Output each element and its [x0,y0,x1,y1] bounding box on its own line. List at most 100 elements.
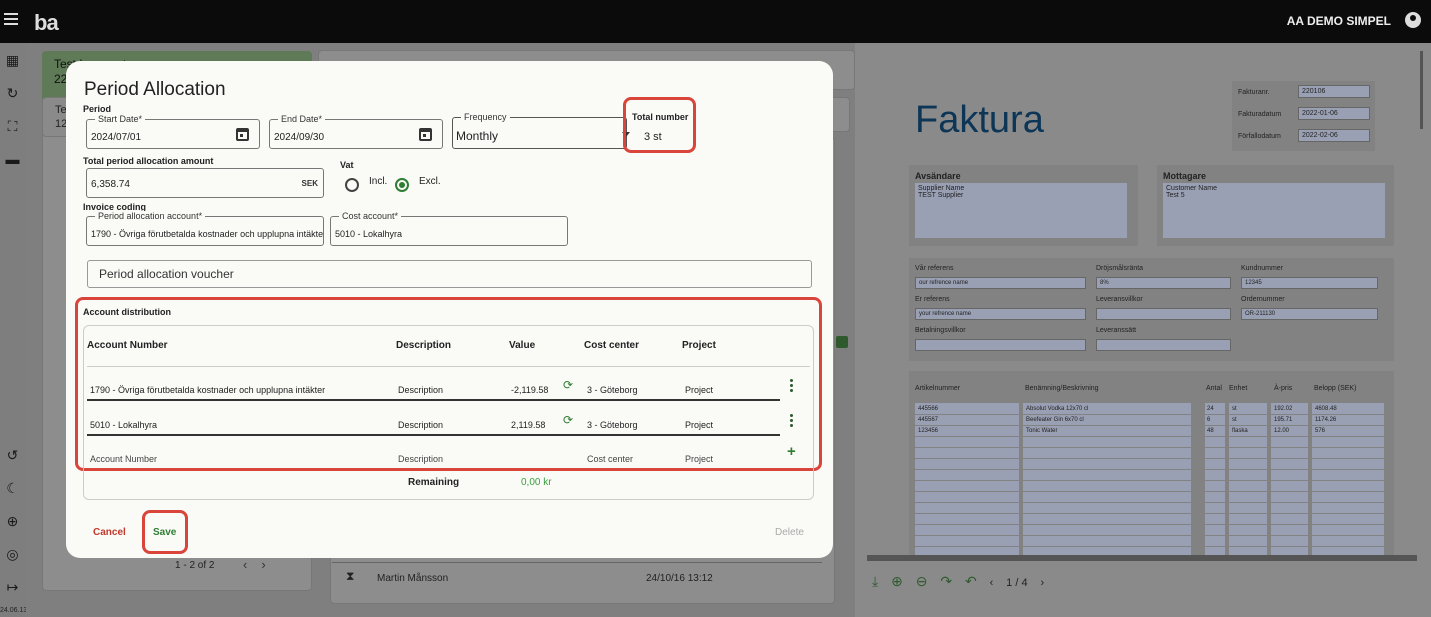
row1-value[interactable]: -2,119.58 [511,385,548,395]
vat-excl-radio[interactable] [395,178,409,192]
save-button[interactable]: Save [153,527,176,538]
allocation-account-field[interactable]: Period allocation account* 1790 - Övriga… [86,211,324,246]
image-icon[interactable] [836,336,848,348]
support-icon[interactable]: ◎ [5,547,20,562]
sender-line: Supplier Name [918,185,965,192]
row1-description[interactable]: Description [398,385,443,395]
company-name[interactable]: AA DEMO SIMPEL [1287,14,1391,28]
line-cell: Tonic Water [1026,428,1058,434]
row1-account[interactable]: 1790 - Övriga förutbetalda kostnader och… [90,385,325,395]
row1-cost-center[interactable]: 3 - Göteborg [587,385,638,395]
preview-scrollbar[interactable] [1420,51,1423,129]
ref-label: Ordernummer [1241,296,1285,303]
line-cell: 195.71 [1274,417,1293,423]
language-icon[interactable]: ⊕ [5,514,20,529]
new-row-project[interactable]: Project [685,454,713,464]
col-cost-center: Cost center [584,340,640,351]
row2-account[interactable]: 5010 - Lokalhyra [90,420,157,430]
lines-header: Enhet [1229,385,1248,392]
sender-title: Avsändare [915,171,961,181]
menu-icon[interactable] [4,13,18,25]
amount-field[interactable]: 6,358.74 SEK [86,168,324,198]
frequency-select[interactable]: Frequency Monthly [452,112,630,149]
calendar-icon[interactable] [236,128,249,141]
invoice-preview: Faktura Fakturanr. 220106 Fakturadatum 2… [867,51,1415,556]
end-date-label: End Date* [278,114,326,124]
sync-money-icon[interactable]: ↻ [5,86,20,101]
calendar-icon[interactable] [419,128,432,141]
voucher-label: Period allocation voucher [99,267,234,281]
new-row-description[interactable]: Description [398,454,443,464]
allocation-voucher-field[interactable]: Period allocation voucher [87,260,812,288]
cancel-button[interactable]: Cancel [93,527,126,538]
row2-project[interactable]: Project [685,420,713,430]
add-row-icon[interactable]: + [787,443,796,460]
lines-divider [915,436,1385,437]
ref-label: Dröjsmålsränta [1096,265,1144,272]
version-label: 24.06.13 [0,607,28,614]
lines-divider [915,469,1385,470]
amount-value: 6,358.74 [91,179,130,190]
left-rail: ▦ ↻ ⛶ ▬ ↺ ☾ ⊕ ◎ ↦ 24.06.13 [0,43,28,617]
prev-page-icon[interactable]: ‹ [990,577,994,589]
zoom-in-icon[interactable]: ⊕ [891,573,903,590]
start-date-field[interactable]: Start Date* 2024/07/01 [86,114,260,149]
cost-account-field[interactable]: Cost account* 5010 - Lokalhyra [330,211,568,246]
line-cell: 6 [1207,417,1211,423]
dashboard-icon[interactable]: ▦ [5,53,20,68]
references-box: Vår referens our refrence name Dröjsmåls… [909,258,1394,361]
row2-cost-center[interactable]: 3 - Göteborg [587,420,638,430]
line-cell: 576 [1315,428,1326,434]
end-date-field[interactable]: End Date* 2024/09/30 [269,114,443,149]
recalculate-icon[interactable]: ⟳ [563,413,573,427]
new-row-account[interactable]: Account Number [90,454,157,464]
lines-divider [915,546,1385,547]
logout-icon[interactable]: ↦ [5,580,20,595]
log-timestamp: 24/10/16 13:12 [646,573,713,584]
scan-icon[interactable]: ⛶ [5,119,20,134]
rotate-right-icon[interactable]: ↷ [940,573,952,590]
vat-label: Vat [340,160,354,170]
app-logo[interactable]: ba [34,10,59,36]
pagination-arrows[interactable]: ‹› [243,557,280,572]
row2-description[interactable]: Description [398,420,443,430]
zoom-out-icon[interactable]: ⊖ [916,573,928,590]
receiver-field: Customer Name Test 5 [1163,183,1385,238]
lines-divider [915,491,1385,492]
download-icon[interactable]: ⤓ [872,573,878,590]
store-icon[interactable]: ▬ [5,152,20,167]
line-cell: 445567 [918,417,939,423]
more-vert-icon[interactable] [790,414,794,429]
line-cell: 123456 [918,428,939,434]
line-cell: 192.02 [1274,406,1293,412]
line-cell: 12.00 [1274,428,1290,434]
row1-project[interactable]: Project [685,385,713,395]
more-vert-icon[interactable] [790,379,794,394]
account-icon[interactable] [1405,12,1421,28]
dialog-title: Period Allocation [84,79,226,100]
distribution-table [83,325,814,500]
period-section-label: Period [83,104,112,114]
lines-divider [915,524,1385,525]
new-row-cost-center[interactable]: Cost center [587,454,633,464]
preview-horizontal-scrollbar[interactable] [867,555,1417,561]
ref-field [1096,308,1231,320]
delete-button[interactable]: Delete [775,527,804,538]
line-cell: st [1232,417,1237,423]
col-project: Project [682,340,716,351]
row-underline [87,434,780,436]
history-icon[interactable]: ↺ [5,448,20,463]
ref-field: our refrence name [915,277,1086,289]
line-cell: st [1232,406,1237,412]
col-account-number: Account Number [87,340,168,351]
total-number-value: 3 st [644,131,662,143]
recalculate-icon[interactable]: ⟳ [563,378,573,392]
rotate-left-icon[interactable]: ↶ [965,573,977,590]
pagination-text: 1 - 2 of 2 [175,560,215,571]
next-page-icon[interactable]: › [1040,577,1044,589]
dark-mode-icon[interactable]: ☾ [5,481,20,496]
meta-label: Fakturadatum [1238,111,1282,118]
sender-box: Avsändare Supplier Name TEST Supplier [909,165,1138,246]
row2-value[interactable]: 2,119.58 [511,420,545,430]
vat-incl-radio[interactable] [345,178,359,192]
